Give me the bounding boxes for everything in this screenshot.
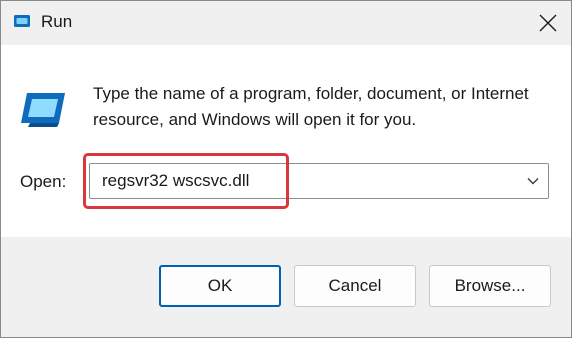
ok-button[interactable]: OK <box>159 265 281 307</box>
close-icon <box>539 14 557 32</box>
open-combobox[interactable]: regsvr32 wscsvc.dll <box>89 163 549 199</box>
chevron-down-icon[interactable] <box>526 174 540 193</box>
description-text: Type the name of a program, folder, docu… <box>93 84 529 129</box>
window-title: Run <box>41 12 73 31</box>
close-button[interactable] <box>525 1 571 45</box>
dialog-body: Type the name of a program, folder, docu… <box>1 45 571 237</box>
run-dialog: Run Type the name of a program, folder, … <box>0 0 572 338</box>
dialog-footer: OK Cancel Browse... <box>1 237 571 337</box>
run-icon <box>13 14 31 28</box>
run-icon <box>19 89 67 127</box>
open-label: Open: <box>20 172 67 191</box>
browse-button[interactable]: Browse... <box>429 265 551 307</box>
cancel-button[interactable]: Cancel <box>294 265 416 307</box>
title-bar[interactable]: Run <box>1 1 571 45</box>
open-input[interactable]: regsvr32 wscsvc.dll <box>102 171 249 191</box>
